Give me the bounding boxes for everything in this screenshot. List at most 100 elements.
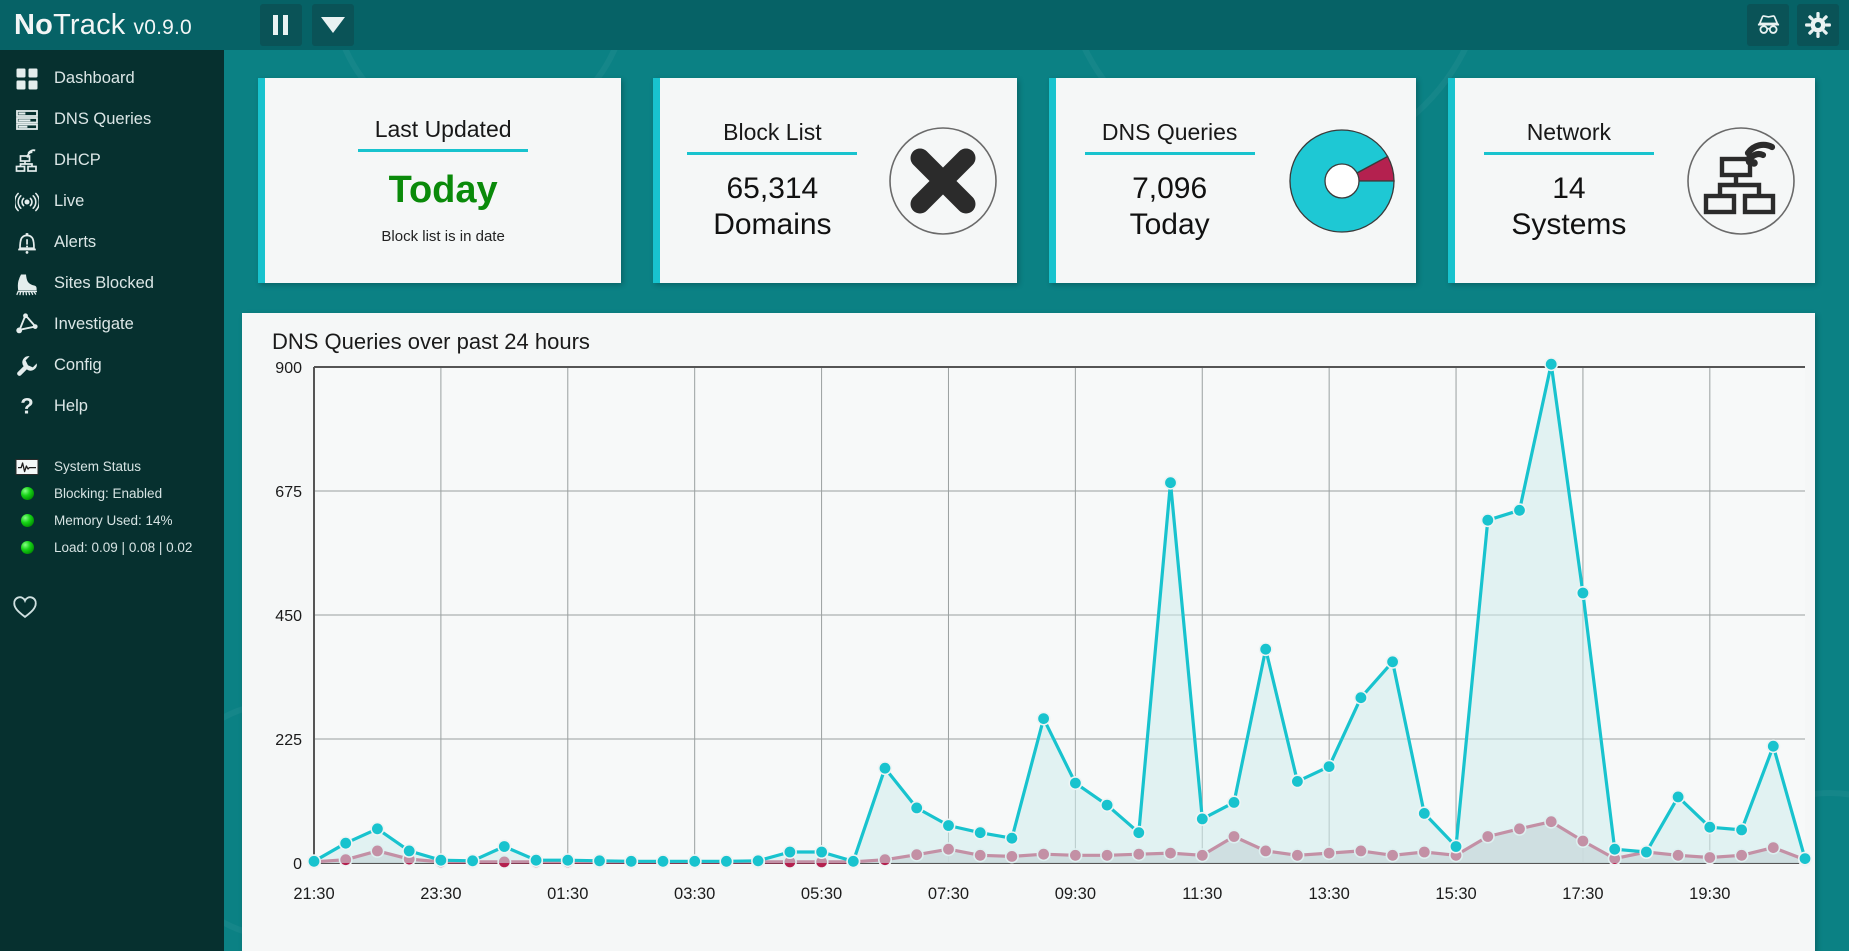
question-icon: ? bbox=[6, 395, 48, 419]
chart-point-allowed[interactable] bbox=[1133, 827, 1145, 839]
chart-point-allowed[interactable] bbox=[593, 855, 605, 867]
sidebar-item-label: Live bbox=[54, 192, 84, 211]
sidebar-item-config[interactable]: Config bbox=[0, 345, 224, 386]
chart-point-allowed[interactable] bbox=[1799, 852, 1811, 864]
sidebar-item-investigate[interactable]: Investigate bbox=[0, 304, 224, 345]
incognito-button[interactable] bbox=[1747, 4, 1789, 46]
grid-icon bbox=[6, 67, 48, 91]
chart-point-allowed[interactable] bbox=[403, 845, 415, 857]
chart-point-allowed[interactable] bbox=[720, 855, 732, 867]
top-bar-actions bbox=[1739, 4, 1849, 46]
chart-point-allowed[interactable] bbox=[1545, 358, 1557, 370]
chart-point-allowed[interactable] bbox=[308, 855, 320, 867]
chart-point-allowed[interactable] bbox=[1101, 799, 1113, 811]
x-axis-tick-label: 23:30 bbox=[420, 885, 461, 903]
chart-point-allowed[interactable] bbox=[340, 837, 352, 849]
main-content: Last Updated Today Block list is in date… bbox=[224, 50, 1849, 951]
chart-point-allowed[interactable] bbox=[1609, 843, 1621, 855]
chart-point-allowed[interactable] bbox=[1513, 504, 1525, 516]
status-led-icon bbox=[6, 487, 48, 500]
sidebar-item-dns-queries[interactable]: DNS Queries bbox=[0, 99, 224, 140]
chart-point-allowed[interactable] bbox=[911, 802, 923, 814]
x-axis-tick-label: 21:30 bbox=[293, 885, 334, 903]
dns-queries-chart[interactable]: 022545067590021:3023:3001:3003:3005:3007… bbox=[242, 355, 1815, 933]
incognito-icon bbox=[1755, 12, 1782, 39]
chart-point-allowed[interactable] bbox=[1450, 840, 1462, 852]
app-brand: NoTrackv0.9.0 bbox=[14, 9, 192, 42]
donut-chart-icon bbox=[1282, 122, 1402, 240]
status-label: Memory Used: 14% bbox=[54, 513, 173, 528]
brand-rest: Track bbox=[53, 9, 125, 41]
card-value-line2: Today bbox=[1130, 207, 1210, 242]
sidebar: Dashboard DNS Queries bbox=[0, 50, 224, 951]
chart-point-allowed[interactable] bbox=[879, 762, 891, 774]
sidebar-item-live[interactable]: Live bbox=[0, 181, 224, 222]
sidebar-item-label: DNS Queries bbox=[54, 110, 151, 129]
card-value-line2: Systems bbox=[1511, 207, 1626, 242]
chart-point-allowed[interactable] bbox=[942, 819, 954, 831]
boot-icon bbox=[6, 272, 48, 296]
chart-point-allowed[interactable] bbox=[466, 855, 478, 867]
chart-point-allowed[interactable] bbox=[1228, 796, 1240, 808]
chart-point-allowed[interactable] bbox=[974, 827, 986, 839]
chart-point-allowed[interactable] bbox=[847, 855, 859, 867]
chart-point-allowed[interactable] bbox=[1735, 824, 1747, 836]
svg-text:?: ? bbox=[20, 395, 33, 418]
chart-point-allowed[interactable] bbox=[371, 823, 383, 835]
sidebar-item-label: Investigate bbox=[54, 315, 134, 334]
chart-point-allowed[interactable] bbox=[815, 846, 827, 858]
chart-point-allowed[interactable] bbox=[689, 855, 701, 867]
chart-point-allowed[interactable] bbox=[435, 854, 447, 866]
sidebar-item-dhcp[interactable]: DHCP bbox=[0, 140, 224, 181]
card-dns-queries[interactable]: DNS Queries 7,096 Today bbox=[1049, 78, 1416, 283]
sidebar-item-help[interactable]: ? Help bbox=[0, 386, 224, 427]
sidebar-item-dashboard[interactable]: Dashboard bbox=[0, 58, 224, 99]
chart-point-allowed[interactable] bbox=[530, 854, 542, 866]
chart-point-allowed[interactable] bbox=[752, 855, 764, 867]
card-block-list[interactable]: Block List 65,314 Domains bbox=[653, 78, 1016, 283]
system-status-title-row: System Status bbox=[0, 453, 224, 480]
chart-point-allowed[interactable] bbox=[1767, 740, 1779, 752]
chart-point-allowed[interactable] bbox=[498, 840, 510, 852]
chart-point-allowed[interactable] bbox=[1260, 643, 1272, 655]
donate-heart-button[interactable] bbox=[0, 593, 224, 626]
card-last-updated[interactable]: Last Updated Today Block list is in date bbox=[258, 78, 621, 283]
settings-button[interactable] bbox=[1797, 4, 1839, 46]
chart-point-allowed[interactable] bbox=[1355, 692, 1367, 704]
chart-point-allowed[interactable] bbox=[1291, 775, 1303, 787]
card-network[interactable]: Network 14 Systems bbox=[1448, 78, 1815, 283]
chart-point-allowed[interactable] bbox=[562, 854, 574, 866]
sidebar-item-alerts[interactable]: Alerts bbox=[0, 222, 224, 263]
brand-bold: No bbox=[14, 9, 53, 41]
sidebar-item-label: Config bbox=[54, 356, 102, 375]
chart-point-allowed[interactable] bbox=[1196, 813, 1208, 825]
chart-point-allowed[interactable] bbox=[1069, 777, 1081, 789]
dropdown-button[interactable] bbox=[312, 4, 354, 46]
chevron-down-icon bbox=[321, 17, 345, 33]
chart-point-allowed[interactable] bbox=[1704, 821, 1716, 833]
chart-point-allowed[interactable] bbox=[1006, 832, 1018, 844]
wrench-icon bbox=[6, 354, 48, 378]
x-axis-tick-label: 03:30 bbox=[674, 885, 715, 903]
chart-point-allowed[interactable] bbox=[1418, 807, 1430, 819]
chart-point-allowed[interactable] bbox=[784, 846, 796, 858]
chart-point-allowed[interactable] bbox=[1672, 791, 1684, 803]
chart-point-allowed[interactable] bbox=[1640, 846, 1652, 858]
chart-point-allowed[interactable] bbox=[1323, 760, 1335, 772]
cross-circle-icon bbox=[887, 125, 999, 237]
heart-icon bbox=[10, 593, 40, 621]
stat-card-row: Last Updated Today Block list is in date… bbox=[224, 50, 1849, 283]
sidebar-item-sites-blocked[interactable]: Sites Blocked bbox=[0, 263, 224, 304]
chart-point-allowed[interactable] bbox=[1037, 712, 1049, 724]
magnify-node-icon bbox=[6, 313, 48, 337]
chart-point-allowed[interactable] bbox=[1386, 656, 1398, 668]
card-graphic bbox=[877, 125, 1009, 237]
pause-button[interactable] bbox=[260, 4, 302, 46]
top-bar: NoTrackv0.9.0 bbox=[0, 0, 1849, 50]
chart-point-allowed[interactable] bbox=[625, 855, 637, 867]
chart-point-allowed[interactable] bbox=[1482, 514, 1494, 526]
chart-point-allowed[interactable] bbox=[657, 855, 669, 867]
sidebar-item-label: Sites Blocked bbox=[54, 274, 154, 293]
chart-point-allowed[interactable] bbox=[1164, 477, 1176, 489]
chart-point-allowed[interactable] bbox=[1577, 587, 1589, 599]
